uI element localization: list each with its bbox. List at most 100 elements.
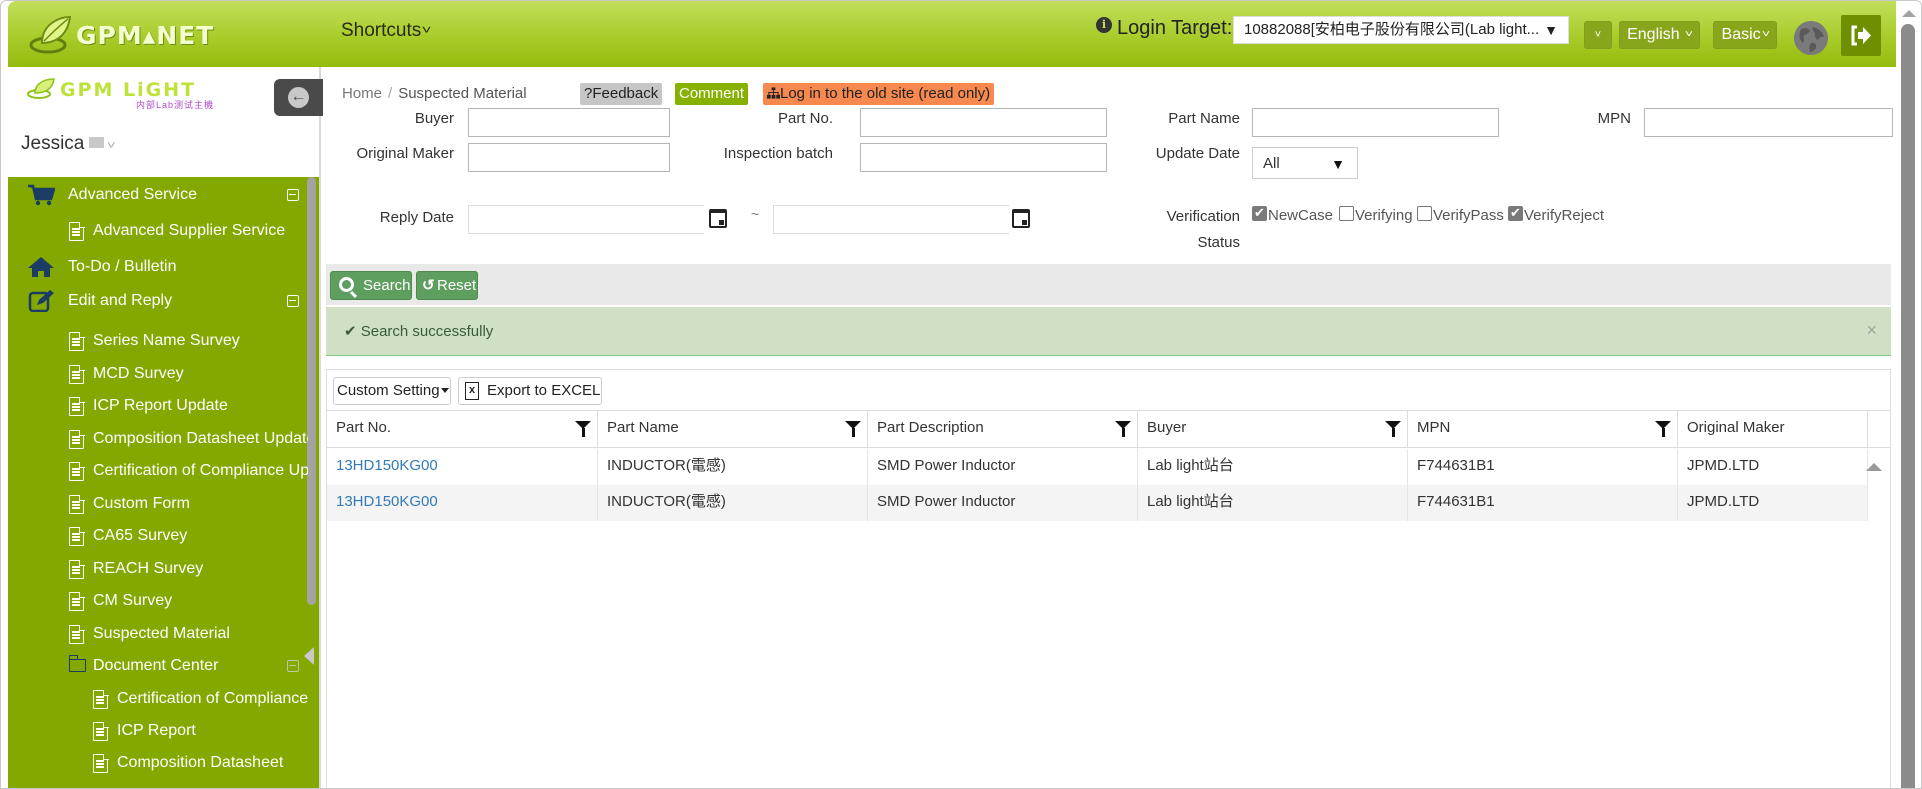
column-header-part-no[interactable]: Part No. [327,411,598,448]
sidebar-item-certification-of-compliance[interactable]: Certification of Compliance [8,685,308,713]
comment-button[interactable]: Comment [675,83,749,105]
checkbox-newcase[interactable]: NewCase [1252,205,1333,224]
collapse-sidebar-button[interactable]: ← [274,79,324,116]
document-icon [69,559,85,579]
sidebar-item-series-name-survey[interactable]: Series Name Survey [8,327,308,355]
sidebar-item-certification-of-compliance-update[interactable]: Certification of Compliance Update [8,457,308,485]
sidebar-item-label: Custom Form [93,495,190,512]
calendar-icon[interactable] [709,209,727,228]
inspection-batch-input[interactable] [860,143,1107,172]
sidebar-item-edit-and-reply[interactable]: Edit and Reply [8,287,308,315]
mode-button[interactable]: Basic˅ [1713,21,1777,49]
checkbox-verifying[interactable]: Verifying [1339,206,1413,224]
sidebar-item-icp-report-update[interactable]: ICP Report Update [8,392,308,420]
verification-status-label-line2: Status [1197,234,1240,251]
filter-icon[interactable] [575,421,591,437]
part-no-link[interactable]: 13HD150KG00 [336,457,438,474]
checkbox-checked[interactable] [1508,205,1523,221]
part-no-link[interactable]: 13HD150KG00 [336,493,438,510]
sidebar-item-composition-datasheet-update[interactable]: Composition Datasheet Update [8,425,308,453]
collapse-minus-icon[interactable] [287,295,299,307]
grid-scroll-up-icon[interactable] [1866,463,1882,471]
sidebar-logo[interactable]: GPM LiGHT 内部Lab测试主機 [26,78,214,111]
custom-setting-button[interactable]: Custom Setting [333,377,451,405]
document-icon [69,331,85,351]
document-icon [69,429,85,449]
language-button[interactable]: English ˅ [1619,21,1700,49]
home-icon [28,257,54,277]
sidebar-item-cm-survey[interactable]: CM Survey [8,587,308,615]
export-excel-button[interactable]: x Export to EXCEL [458,377,602,405]
sidebar-item-custom-form[interactable]: Custom Form [8,490,308,518]
close-icon[interactable]: × [1866,320,1877,341]
part-name-input[interactable] [1252,108,1499,137]
reply-date-from-input[interactable] [468,205,704,234]
checkbox-verifyreject[interactable]: VerifyReject [1508,205,1604,224]
checkbox-unchecked[interactable] [1339,206,1354,221]
table-row[interactable]: 13HD150KG00 INDUCTOR(電感) SMD Power Induc… [327,485,1868,521]
sidebar-scrollbar[interactable] [307,177,316,605]
filter-icon[interactable] [1655,421,1671,437]
sidebar-item-label: To-Do / Bulletin [68,258,177,275]
globe-icon[interactable] [1794,21,1828,55]
sidebar-item-ca65-survey[interactable]: CA65 Survey [8,522,308,550]
mpn-label: MPN [1597,110,1631,127]
excel-file-icon: x [465,382,479,400]
breadcrumb-home[interactable]: Home [342,85,382,102]
collapse-minus-icon[interactable] [287,660,299,672]
login-target-select[interactable]: 10882088[安柏电子股份有限公司(Lab light... ▼ [1233,16,1569,44]
page-scrollbar[interactable] [1896,1,1921,788]
sidebar-item-reach-survey[interactable]: REACH Survey [8,555,308,583]
table-header: Part No. Part Name Part Description Buye… [327,411,1890,448]
column-header-part-name[interactable]: Part Name [598,411,868,448]
brand-logo[interactable]: GPM▴NET [28,13,214,57]
reset-button[interactable]: ↺ Reset [416,271,478,300]
table-row[interactable]: 13HD150KG00 INDUCTOR(電感) SMD Power Induc… [327,449,1868,485]
mpn-input[interactable] [1644,108,1893,137]
more-options-button[interactable]: ˅ [1584,21,1612,49]
update-date-select[interactable]: All ▼ [1252,147,1358,179]
user-menu[interactable]: Jessica ˅ [21,133,116,155]
part-no-input[interactable] [860,108,1107,137]
feedback-button[interactable]: ?Feedback [580,83,663,105]
mail-icon [89,137,105,148]
custom-setting-label: Custom Setting [337,382,440,399]
column-header-buyer[interactable]: Buyer [1138,411,1408,448]
brand-name: GPM▴NET [76,20,215,50]
sidebar-item-mcd-survey[interactable]: MCD Survey [8,360,308,388]
buyer-input[interactable] [468,108,670,137]
search-button[interactable]: Search [330,271,412,300]
shortcuts-menu[interactable]: Shortcuts˅ [341,20,432,42]
filter-icon[interactable] [1385,421,1401,437]
sidebar-item-suspected-material[interactable]: Suspected Material [8,620,308,648]
sidebar-nav: Advanced Service Advanced Supplier Servi… [8,177,321,788]
original-maker-input[interactable] [468,143,670,172]
sidebar-item-icp-report[interactable]: ICP Report [8,717,308,745]
sidebar-item-todo-bulletin[interactable]: To-Do / Bulletin [8,253,308,281]
column-header-part-description[interactable]: Part Description [868,411,1138,448]
column-header-mpn[interactable]: MPN [1408,411,1678,448]
checkbox-checked[interactable] [1252,205,1267,221]
old-site-button[interactable]: Log in to the old site (read only) [763,83,995,105]
column-header-original-maker[interactable]: Original Maker [1678,411,1868,448]
buyer-label: Buyer [414,110,454,127]
sidebar-item-document-center[interactable]: Document Center [8,652,308,680]
caret-left-icon[interactable] [304,647,314,665]
filter-icon[interactable] [845,421,861,437]
checkbox-unchecked[interactable] [1417,206,1432,221]
collapse-minus-icon[interactable] [287,189,299,201]
filter-icon[interactable] [1115,421,1131,437]
sidebar-item-label: CM Survey [93,592,173,609]
calendar-icon[interactable] [1012,209,1030,228]
sidebar-item-advanced-service[interactable]: Advanced Service [8,181,308,209]
sidebar-item-composition-datasheet[interactable]: Composition Datasheet [8,749,308,777]
reply-date-to-input[interactable] [773,205,1009,234]
scrollbar-thumb[interactable] [1901,24,1915,788]
logout-button[interactable] [1841,15,1881,56]
info-icon[interactable]: i [1096,17,1112,33]
part-name-label: Part Name [1168,110,1240,127]
sign-out-icon [1851,25,1871,46]
checkbox-verifypass[interactable]: VerifyPass [1417,206,1504,224]
sidebar-item-advanced-supplier-service[interactable]: Advanced Supplier Service [8,217,308,245]
scroll-up-icon[interactable] [1902,10,1916,17]
